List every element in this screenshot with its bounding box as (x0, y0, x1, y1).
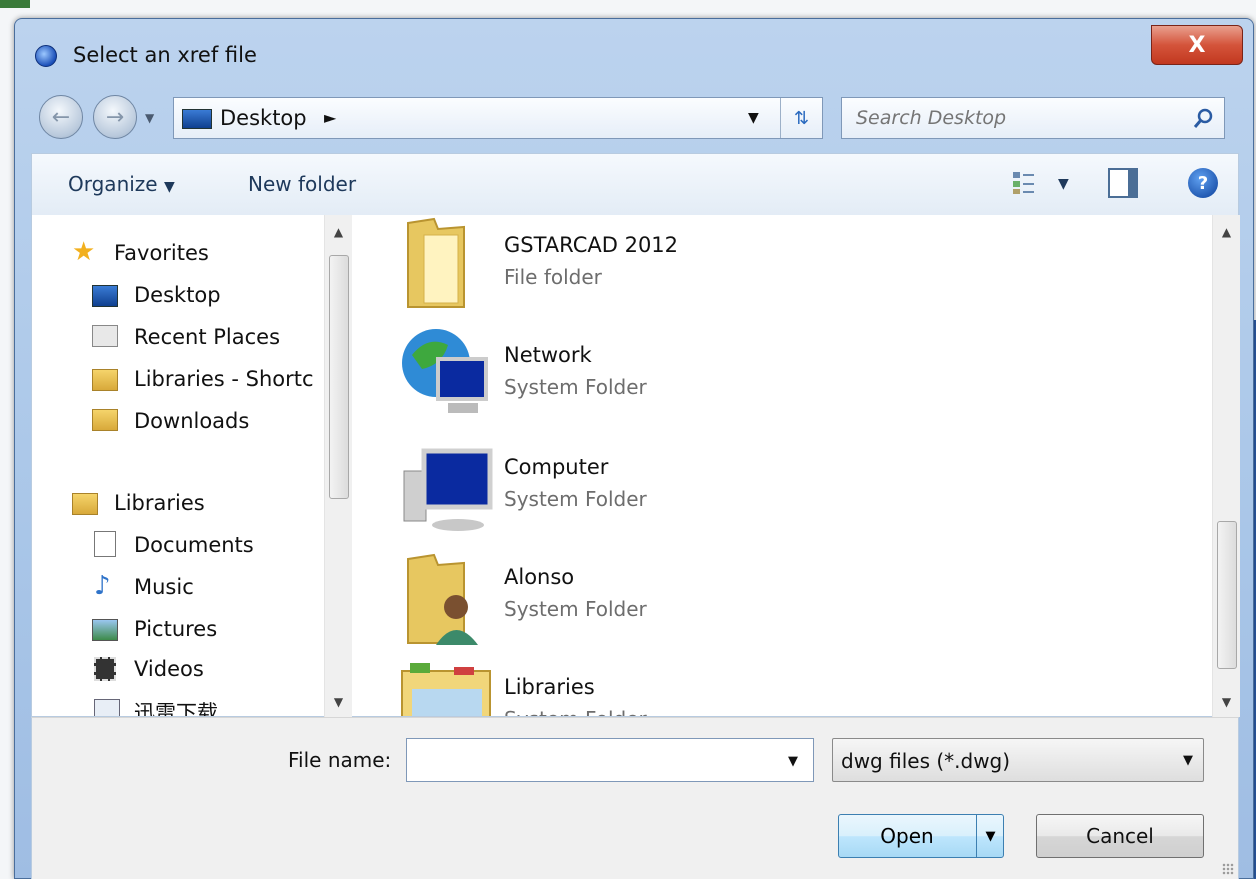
navigation-scrollbar[interactable]: ▲ ▼ (324, 215, 352, 717)
scroll-up-icon[interactable]: ▲ (1213, 225, 1240, 239)
scroll-up-icon[interactable]: ▲ (325, 225, 352, 239)
scrollbar-thumb[interactable] (329, 255, 349, 499)
file-list: GSTARCAD 2012 File folder Network System… (362, 215, 1222, 716)
address-dropdown-icon[interactable]: ▼ (748, 110, 759, 126)
file-type-select[interactable]: dwg files (*.dwg) ▼ (832, 738, 1204, 782)
refresh-button[interactable]: ⇅ (780, 98, 822, 138)
dialog-footer: File name: ▼ dwg files (*.dwg) ▼ Open ▼ … (31, 717, 1239, 879)
organize-menu[interactable]: Organize ▼ (68, 172, 175, 196)
window-title: Select an xref file (73, 43, 257, 67)
background-element (0, 0, 30, 8)
navigation-pane: ★ Favorites Desktop Recent Places Librar… (32, 215, 342, 716)
file-name-label: File name: (288, 748, 392, 772)
command-toolbar: Organize ▼ New folder ▼ ? (31, 153, 1239, 215)
computer-icon (403, 448, 493, 531)
network-icon (402, 329, 488, 413)
search-input[interactable] (842, 98, 1182, 138)
list-item[interactable]: Libraries System Folder (362, 657, 1182, 716)
pictures-icon (92, 619, 118, 641)
desktop-icon (92, 285, 118, 307)
breadcrumb[interactable]: Desktop (220, 106, 307, 130)
list-item[interactable]: GSTARCAD 2012 File folder (362, 215, 1182, 315)
cancel-button[interactable]: Cancel (1036, 814, 1204, 858)
scroll-down-icon[interactable]: ▼ (1213, 695, 1240, 709)
file-name-dropdown-icon[interactable]: ▼ (788, 754, 798, 769)
address-bar[interactable]: Desktop ► ▼ ⇅ (173, 97, 823, 139)
chevron-down-icon: ▼ (1058, 176, 1069, 192)
file-type-value: dwg files (*.dwg) (841, 749, 1011, 773)
music-icon: ♪ (94, 571, 111, 601)
downloads-icon (92, 409, 118, 431)
file-name-input[interactable] (406, 738, 814, 782)
open-file-dialog: Select an xref file X ← → ▼ Desktop ► ▼ … (14, 18, 1254, 879)
resize-grip-icon[interactable] (1222, 863, 1234, 875)
scroll-down-icon[interactable]: ▼ (325, 695, 352, 709)
search-icon[interactable] (1192, 106, 1216, 130)
back-arrow-icon: ← (51, 104, 71, 130)
help-icon[interactable]: ? (1188, 168, 1218, 198)
search-box[interactable] (841, 97, 1225, 139)
open-button-label[interactable]: Open (838, 814, 976, 858)
desktop-icon (182, 109, 212, 129)
recent-places-icon (92, 325, 118, 347)
refresh-icon: ⇅ (793, 107, 810, 129)
list-item[interactable]: Computer System Folder (362, 437, 1182, 537)
chevron-down-icon: ▼ (163, 179, 175, 195)
app-icon (35, 45, 57, 67)
list-item[interactable]: Alonso System Folder (362, 547, 1182, 647)
chevron-down-icon: ▼ (985, 828, 996, 844)
forward-button[interactable]: → (93, 95, 137, 139)
recent-pages-dropdown[interactable]: ▼ (145, 111, 154, 125)
libraries-folder-icon (401, 663, 491, 716)
library-shortcut-icon (92, 369, 118, 391)
title-bar[interactable]: Select an xref file X (15, 19, 1253, 89)
open-options-dropdown[interactable]: ▼ (976, 814, 1004, 858)
libraries-icon (72, 493, 98, 515)
folder-icon (407, 217, 465, 308)
download-folder-icon (94, 699, 120, 716)
star-icon: ★ (72, 237, 96, 267)
close-button[interactable]: X (1151, 25, 1243, 65)
browser-panes: ★ Favorites Desktop Recent Places Librar… (31, 215, 1240, 717)
back-button[interactable]: ← (39, 95, 83, 139)
breadcrumb-arrow-icon[interactable]: ► (324, 108, 336, 127)
views-icon (1013, 172, 1034, 194)
user-folder-icon (407, 553, 478, 645)
videos-icon (94, 657, 116, 681)
new-folder-button[interactable]: New folder (248, 172, 356, 196)
list-item[interactable]: Network System Folder (362, 325, 1182, 425)
chevron-down-icon: ▼ (1183, 753, 1193, 768)
documents-icon (94, 531, 116, 557)
scrollbar-thumb[interactable] (1217, 521, 1237, 669)
forward-arrow-icon: → (105, 104, 125, 130)
navigation-bar: ← → ▼ Desktop ► ▼ ⇅ (15, 93, 1253, 145)
file-list-scrollbar[interactable]: ▲ ▼ (1212, 215, 1240, 717)
change-view-button[interactable]: ▼ (1012, 170, 1072, 200)
preview-pane-icon[interactable] (1108, 168, 1138, 198)
